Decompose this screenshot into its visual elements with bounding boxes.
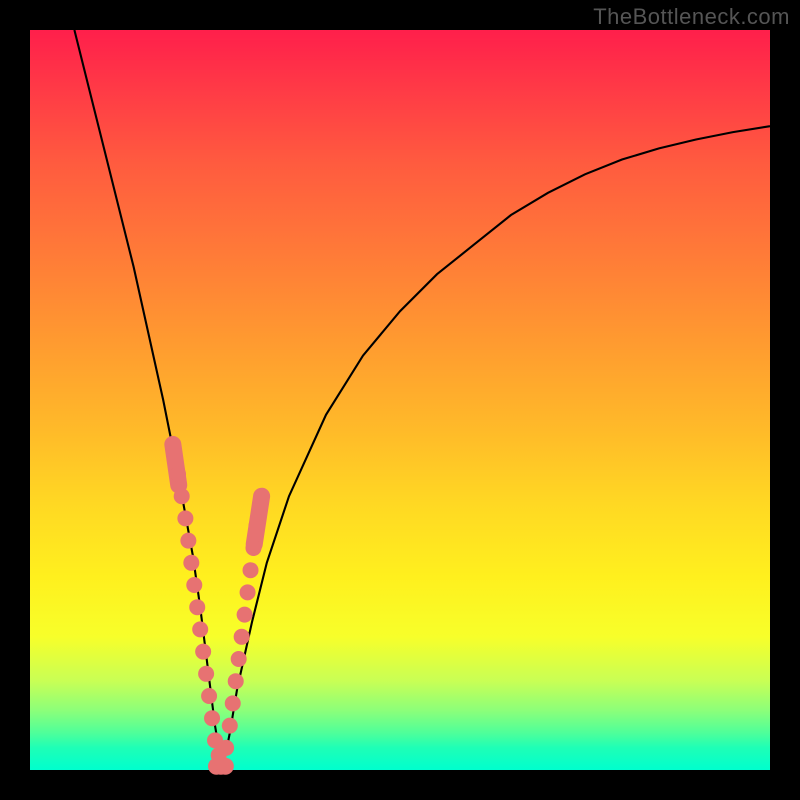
data-point — [201, 688, 217, 704]
data-point — [170, 466, 186, 482]
data-point — [228, 673, 244, 689]
data-point — [180, 533, 196, 549]
data-point — [217, 758, 234, 775]
data-point — [177, 510, 193, 526]
data-point — [198, 666, 214, 682]
data-point — [231, 651, 247, 667]
data-point — [186, 577, 202, 593]
data-point — [225, 695, 241, 711]
bottleneck-curve — [74, 30, 770, 770]
data-point — [218, 740, 234, 756]
data-point — [222, 718, 238, 734]
data-points-group — [170, 466, 264, 775]
plot-area — [30, 30, 770, 770]
watermark-text: TheBottleneck.com — [593, 4, 790, 30]
data-point — [234, 629, 250, 645]
chart-frame: TheBottleneck.com — [0, 0, 800, 800]
data-point — [195, 644, 211, 660]
data-point — [204, 710, 220, 726]
data-point — [240, 584, 256, 600]
data-point — [183, 555, 199, 571]
data-point — [192, 621, 208, 637]
curve-svg — [30, 30, 770, 770]
data-point — [245, 540, 261, 556]
data-point — [248, 518, 264, 534]
data-point — [189, 599, 205, 615]
data-point — [243, 562, 259, 578]
data-point — [174, 488, 190, 504]
data-point — [237, 607, 253, 623]
